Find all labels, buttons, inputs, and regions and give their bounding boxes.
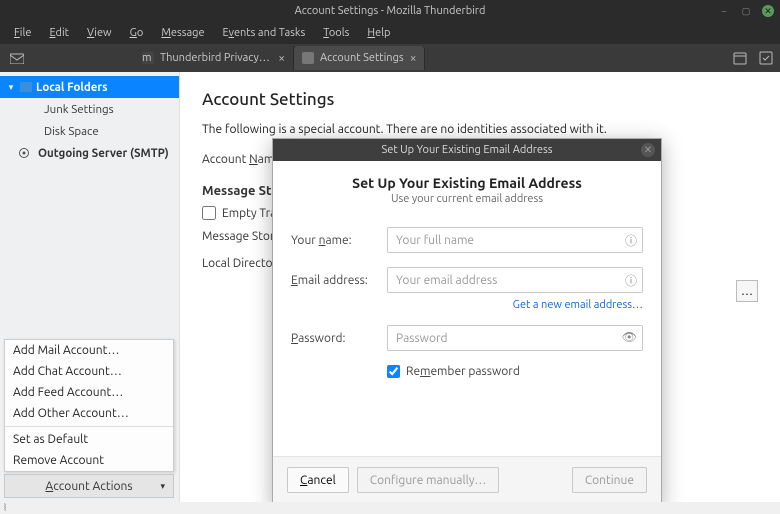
get-new-address-link[interactable]: Get a new email address… [513, 299, 643, 311]
tasks-icon[interactable] [758, 50, 774, 66]
empty-trash-checkbox[interactable] [202, 206, 216, 220]
menu-go[interactable]: Go [122, 25, 152, 41]
remember-label: Remember password [406, 365, 520, 378]
get-new-address-row: Get a new email address… [291, 299, 643, 311]
tab-favicon-icon: m [142, 52, 154, 64]
dialog-title: Set Up Your Existing Email Address [381, 144, 552, 156]
email-input[interactable] [387, 267, 643, 293]
menu-item-add-feed[interactable]: Add Feed Account… [5, 382, 173, 403]
menu-view[interactable]: View [79, 25, 120, 41]
account-actions-wrap: Add Mail Account… Add Chat Account… Add … [4, 339, 174, 498]
caret-down-icon: ▾ [6, 82, 16, 93]
dialog-titlebar: Set Up Your Existing Email Address ✕ [273, 139, 661, 161]
menu-item-add-chat[interactable]: Add Chat Account… [5, 361, 173, 382]
menu-events[interactable]: Events and Tasks [215, 25, 314, 41]
menu-item-add-other[interactable]: Add Other Account… [5, 403, 173, 424]
tabbar-right-actions [732, 50, 774, 66]
tabbar: m Thunderbird Privacy Not × Account Sett… [0, 44, 780, 72]
dialog-heading: Set Up Your Existing Email Address [291, 175, 643, 191]
name-label: Your name: [291, 234, 387, 247]
menu-item-set-default[interactable]: Set as Default [5, 429, 173, 450]
window-title: Account Settings - Mozilla Thunderbird [295, 5, 486, 17]
dialog-footer: Cancel Configure manually… Continue [273, 456, 661, 507]
show-password-icon[interactable]: 👁 [622, 330, 637, 344]
tab-close-icon[interactable]: × [410, 52, 417, 65]
tab-title: Account Settings [320, 52, 404, 64]
name-input[interactable] [387, 227, 643, 253]
tab-account-settings[interactable]: Account Settings × [294, 46, 425, 70]
dialog-close-icon[interactable]: ✕ [641, 143, 655, 157]
menu-edit[interactable]: Edit [41, 25, 77, 41]
remember-row: Remember password [387, 365, 643, 378]
tree-label: Outgoing Server (SMTP) [38, 147, 169, 160]
account-tree-sidebar: ▾ Local Folders Junk Settings Disk Space… [0, 72, 180, 502]
menu-separator [5, 426, 173, 427]
tree-item-local-folders[interactable]: ▾ Local Folders [0, 76, 179, 98]
mail-home-button[interactable] [6, 48, 28, 68]
info-icon[interactable]: ⓘ [625, 272, 637, 289]
password-row: Password: 👁 [291, 325, 643, 351]
menu-help[interactable]: Help [359, 25, 398, 41]
status-bar: ⦚ [0, 502, 780, 514]
email-setup-dialog: Set Up Your Existing Email Address ✕ Set… [272, 138, 662, 508]
name-row: Your name: ⓘ [291, 227, 643, 253]
password-input[interactable] [387, 325, 643, 351]
dialog-subheading: Use your current email address [291, 193, 643, 205]
account-actions-menu: Add Mail Account… Add Chat Account… Add … [4, 339, 174, 472]
minimize-icon[interactable]: – [718, 5, 730, 17]
menu-item-add-mail[interactable]: Add Mail Account… [5, 340, 173, 361]
cancel-button[interactable]: Cancel [287, 467, 349, 493]
menu-file[interactable]: File [6, 25, 39, 41]
window-titlebar: Account Settings - Mozilla Thunderbird –… [0, 0, 780, 22]
account-tree: ▾ Local Folders Junk Settings Disk Space… [0, 72, 179, 164]
tab-privacy-notice[interactable]: m Thunderbird Privacy Not × [134, 46, 294, 70]
info-icon[interactable]: ⓘ [625, 232, 637, 249]
page-description: The following is a special account. Ther… [202, 123, 758, 136]
folder-icon [20, 82, 32, 92]
window-controls: – ▢ ✕ [718, 5, 774, 17]
tree-item-junk-settings[interactable]: Junk Settings [0, 98, 179, 120]
sync-status-icon[interactable]: ⦚ [4, 502, 6, 514]
home-icon [10, 52, 24, 64]
tree-item-smtp[interactable]: Outgoing Server (SMTP) [0, 142, 179, 164]
page-title: Account Settings [202, 90, 758, 109]
password-label: Password: [291, 332, 387, 345]
email-label: Email address: [291, 274, 387, 287]
tree-item-disk-space[interactable]: Disk Space [0, 120, 179, 142]
account-actions-button[interactable]: Account Actions ▾ [4, 474, 174, 498]
account-actions-label: Account Actions [45, 480, 132, 493]
menu-message[interactable]: Message [153, 25, 212, 41]
tree-label: Junk Settings [44, 103, 114, 116]
maximize-icon[interactable]: ▢ [740, 5, 752, 17]
continue-button[interactable]: Continue [572, 467, 647, 493]
menu-tools[interactable]: Tools [315, 25, 357, 41]
menubar: File Edit View Go Message Events and Tas… [0, 22, 780, 44]
close-icon[interactable]: ✕ [762, 5, 774, 17]
tree-label: Disk Space [44, 125, 99, 138]
remember-checkbox[interactable] [387, 365, 400, 378]
tab-title: Thunderbird Privacy Not [160, 52, 272, 64]
browse-button[interactable]: … [736, 280, 758, 302]
configure-manually-button[interactable]: Configure manually… [357, 467, 500, 493]
tree-label: Local Folders [36, 81, 108, 94]
dialog-body: Set Up Your Existing Email Address Use y… [273, 161, 661, 456]
menu-item-remove-account[interactable]: Remove Account [5, 450, 173, 471]
tab-favicon-icon [302, 52, 314, 64]
gear-icon [18, 147, 30, 159]
tab-close-icon[interactable]: × [278, 52, 285, 65]
chevron-down-icon: ▾ [160, 481, 165, 492]
email-row: Email address: ⓘ [291, 267, 643, 293]
calendar-icon[interactable] [732, 50, 748, 66]
